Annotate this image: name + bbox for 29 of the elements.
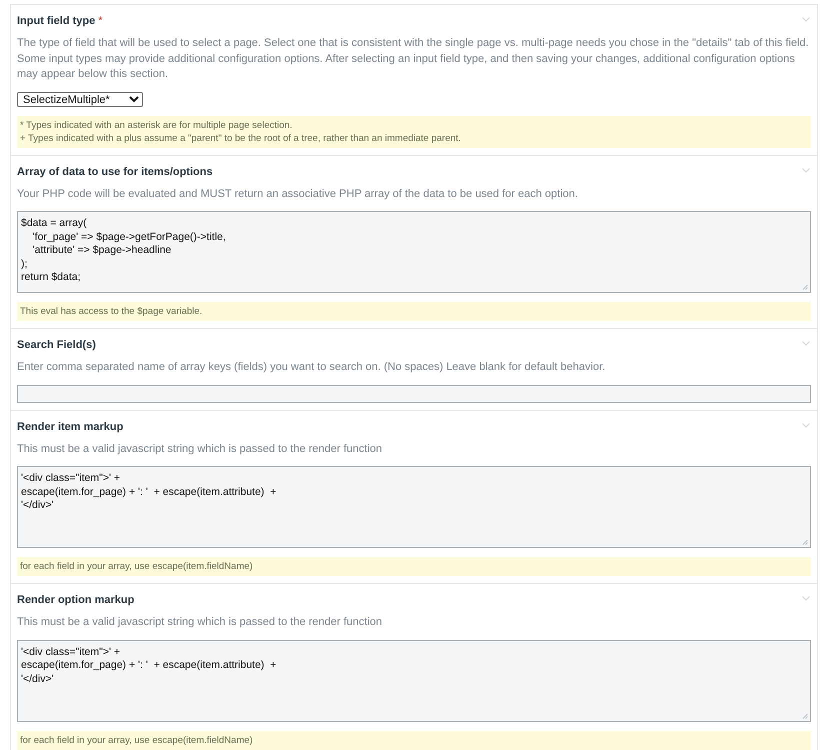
note-text: + Types indicated with a plus assume a "parent" to be the root of a tree, rather than an immediate parent. — [20, 132, 462, 144]
code-field[interactable]: '<div class="item">' + escape(item.for_page) + ': ' + escape(item.attribute) + '</div>' — [17, 640, 811, 722]
chevron-down-icon[interactable] — [802, 341, 810, 346]
resize-grip-icon[interactable] — [802, 539, 808, 545]
section-title: Render item markup — [17, 420, 124, 432]
note-text: This eval has access to the $page variable. — [20, 305, 204, 318]
section-title: Input field type — [17, 15, 96, 27]
field-description: This must be a valid javascript string which is passed to the render function — [17, 442, 384, 456]
chevron-down-icon[interactable] — [802, 168, 810, 172]
note-text: * Types indicated with an asterisk are for multiple page selection. — [20, 118, 294, 132]
section-title: Render option markup — [17, 594, 134, 606]
chevron-down-icon[interactable] — [802, 596, 810, 601]
field-description: The type of field that will be used to select a page. Select one that is consistent with the single page vs. multi-page needs you chose in the "details" tab of this field. Some input types may provide additional configuration options. After selecting an input field type, and then saving your changes, additional configuration options may appear below this section. — [17, 36, 810, 82]
chevron-down-icon[interactable] — [802, 17, 810, 22]
required-mark: * — [98, 15, 103, 27]
note-text: for each field in your array, use escape(item.fieldName) — [20, 560, 254, 573]
field-description: Your PHP code will be evaluated and MUST return an associative PHP array of the data to be used for each option. — [17, 186, 579, 202]
field-description: This must be a valid javascript string which is passed to the render function — [17, 615, 384, 630]
chevron-down-icon[interactable] — [802, 422, 810, 428]
input-type-dropdown[interactable]: SelectizeMultiple* — [17, 92, 143, 106]
search-fields-input[interactable] — [17, 384, 811, 402]
resize-grip-icon[interactable] — [802, 712, 808, 718]
code-field[interactable]: '<div class="item">' + escape(item.for_page) + ': ' + escape(item.attribute) + '</div>' — [17, 466, 811, 548]
section-title: Search Field(s) — [17, 339, 96, 351]
section-title: Array of data to use for items/options — [17, 166, 213, 178]
code-field[interactable]: $data = array( 'for_page' => $page->getForPage()->title, 'attribute' => $page->headline ); return $data; — [17, 211, 811, 293]
resize-grip-icon[interactable] — [802, 284, 808, 290]
field-description: Enter comma separated name of array keys (fields) you want to search on. (No spaces) Leave blank for default behavior. — [17, 360, 606, 375]
note-text: for each field in your array, use escape(item.fieldName) — [20, 734, 254, 746]
